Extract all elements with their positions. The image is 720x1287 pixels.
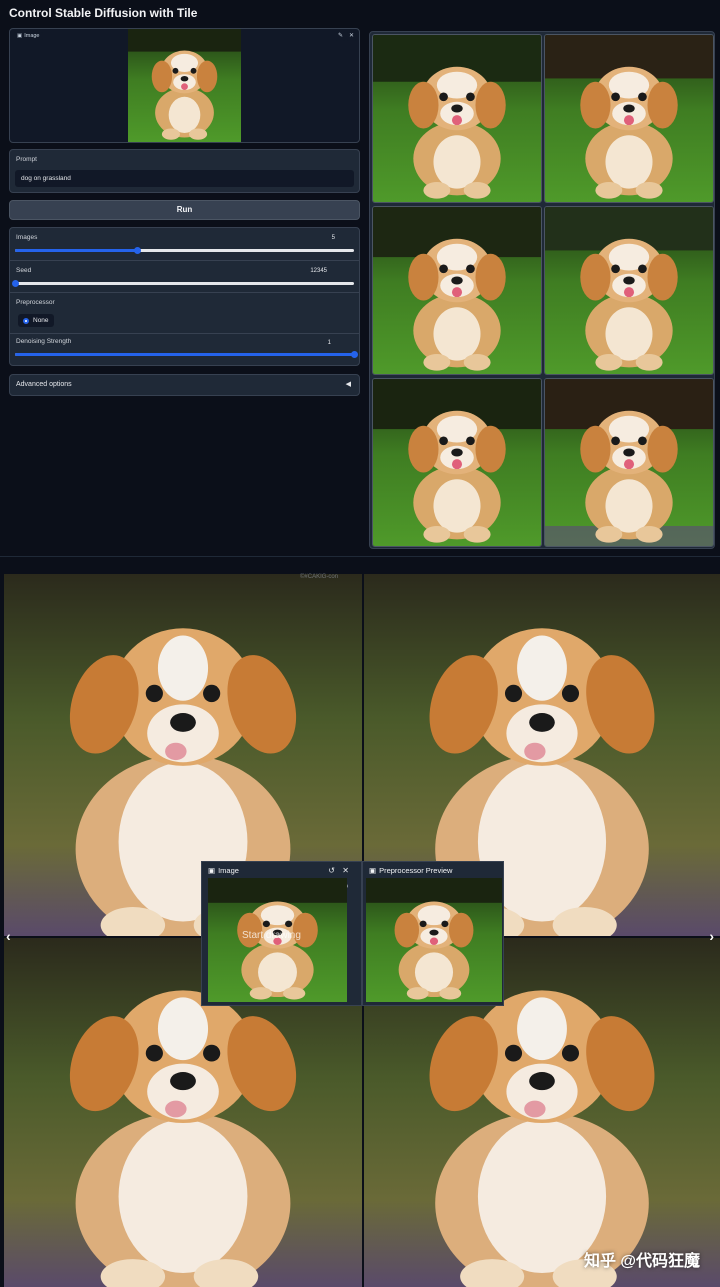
gallery-image[interactable] bbox=[372, 378, 542, 547]
faint-caption: ©#CAKIG-con bbox=[300, 574, 339, 580]
gallery-image[interactable] bbox=[372, 34, 542, 203]
prompt-input[interactable]: dog on grassland bbox=[15, 170, 354, 187]
controls-panel: Images 5 Seed 12345 Preprocessor None De… bbox=[9, 227, 360, 366]
seed-slider-thumb[interactable] bbox=[12, 280, 19, 287]
seed-slider[interactable] bbox=[12, 280, 354, 287]
image-input-label: Image bbox=[24, 33, 40, 39]
next-arrow[interactable]: › bbox=[709, 928, 714, 944]
image-icon: ▣ bbox=[369, 866, 377, 875]
preprocessor-preview-panel: ▣ Preprocessor Preview bbox=[362, 861, 504, 1006]
images-slider-fill bbox=[15, 249, 138, 252]
images-value[interactable]: 5 bbox=[289, 233, 339, 243]
undo-icon[interactable]: ↺ bbox=[328, 866, 335, 875]
radio-selected-icon bbox=[23, 317, 29, 324]
advanced-options-label: Advanced options bbox=[16, 381, 72, 388]
triangle-left-icon: ◀ bbox=[345, 381, 351, 388]
gallery-image[interactable] bbox=[372, 206, 542, 375]
preview-tag: ▣ Preprocessor Preview bbox=[369, 866, 452, 875]
preprocessor-option-label: None bbox=[33, 317, 49, 324]
prompt-panel: Prompt dog on grassland bbox=[9, 149, 360, 193]
images-label: Images bbox=[16, 234, 38, 241]
overlay-image-label: Image bbox=[218, 866, 239, 875]
watermark: 知乎 @代码狂魔 bbox=[583, 1253, 700, 1270]
overlay-image-tag: ▣ Image bbox=[208, 866, 239, 875]
divider bbox=[10, 333, 359, 334]
denoising-slider-thumb[interactable] bbox=[351, 351, 358, 358]
image-icon: ▣ bbox=[17, 33, 23, 39]
run-button[interactable]: Run bbox=[9, 200, 360, 220]
image-icon: ▣ bbox=[208, 866, 216, 875]
image-input-panel[interactable]: ▣ Image ✎ ✕ bbox=[9, 28, 360, 143]
image-label-tag: ▣ Image bbox=[14, 32, 43, 40]
images-slider[interactable] bbox=[15, 247, 354, 254]
denoising-slider[interactable] bbox=[15, 351, 358, 358]
app-window: Control Stable Diffusion with Tile ▣ Ima… bbox=[0, 0, 720, 557]
preprocessor-preview-image bbox=[366, 878, 502, 1002]
gallery-image[interactable] bbox=[544, 206, 714, 375]
divider bbox=[10, 260, 359, 261]
close-icon[interactable]: ✕ bbox=[342, 866, 349, 875]
prompt-label: Prompt bbox=[16, 156, 37, 163]
input-image bbox=[128, 29, 241, 142]
app-title: Control Stable Diffusion with Tile bbox=[9, 6, 198, 20]
close-icon[interactable]: ✕ bbox=[347, 32, 356, 41]
overlay-input-image[interactable]: Start drawing bbox=[208, 878, 347, 1002]
output-gallery bbox=[369, 31, 715, 549]
denoising-label: Denoising Strength bbox=[16, 338, 72, 345]
images-slider-thumb[interactable] bbox=[134, 247, 142, 254]
overlay-image-panel[interactable]: ▣ Image ↺ ✕ ✎ Start drawing bbox=[201, 861, 362, 1006]
gallery-image[interactable] bbox=[544, 34, 714, 203]
divider bbox=[10, 292, 359, 293]
preview-label: Preprocessor Preview bbox=[379, 866, 453, 875]
previous-arrow[interactable]: ‹ bbox=[6, 928, 11, 944]
start-drawing-text: Start drawing bbox=[242, 930, 301, 941]
seed-value[interactable]: 12345 bbox=[281, 266, 331, 276]
preprocessor-label: Preprocessor bbox=[16, 299, 55, 306]
advanced-options-toggle[interactable]: Advanced options ◀ bbox=[9, 374, 360, 396]
pencil-icon[interactable]: ✎ bbox=[336, 32, 345, 41]
denoising-value[interactable]: 1 bbox=[285, 338, 335, 348]
seed-label: Seed bbox=[16, 267, 32, 274]
gallery-image[interactable] bbox=[544, 378, 714, 547]
denoising-slider-fill bbox=[15, 353, 354, 356]
result-collage: ©#CAKIG-con ‹ › ▣ Image ↺ ✕ ✎ Start draw… bbox=[0, 572, 720, 1287]
preprocessor-option-none[interactable]: None bbox=[18, 314, 54, 327]
